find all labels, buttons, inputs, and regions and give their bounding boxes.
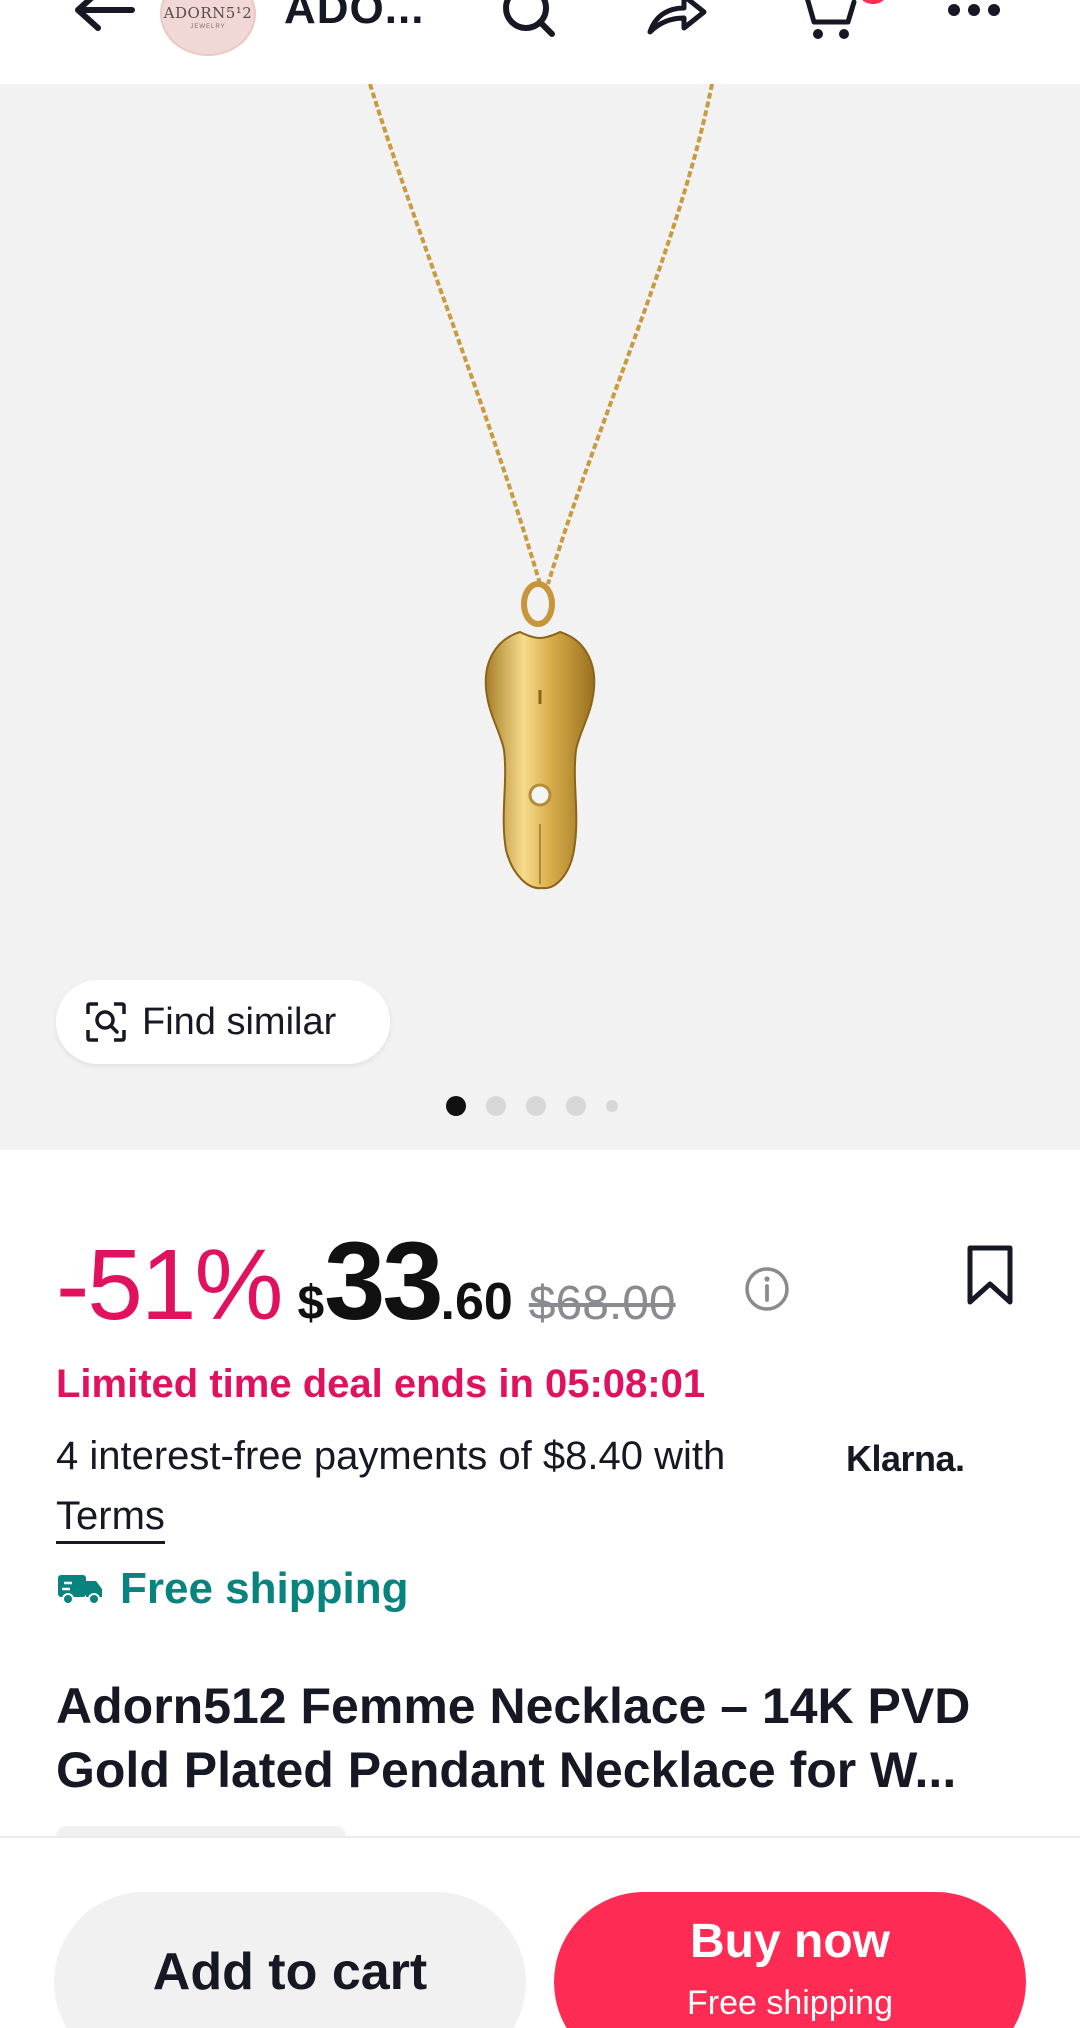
buy-now-button[interactable]: Buy now Free shipping	[554, 1892, 1026, 2028]
more-icon[interactable]	[940, 0, 1010, 44]
carousel-dot	[526, 1096, 546, 1116]
store-avatar[interactable]: ADORN5¹2 JEWELRY	[160, 0, 256, 56]
limited-deal-countdown: Limited time deal ends in 05:08:01	[56, 1362, 706, 1406]
search-icon[interactable]	[494, 0, 564, 44]
add-to-cart-button[interactable]: Add to cart	[54, 1892, 526, 2028]
back-arrow-icon[interactable]	[70, 0, 140, 40]
price-currency: $	[297, 1277, 325, 1330]
find-similar-icon	[86, 1002, 126, 1042]
product-image-carousel[interactable]: Find similar	[0, 84, 1080, 1150]
product-title-line: Adorn512 Femme Necklace – 14K PVD	[56, 1678, 971, 1734]
price-row: -51% $ 33 .60 $68.00	[56, 1218, 692, 1343]
original-price: $68.00	[528, 1277, 676, 1330]
carousel-dot	[606, 1100, 618, 1112]
price-whole: 33	[324, 1220, 443, 1343]
truck-icon	[58, 1575, 102, 1605]
bottom-action-bar: Add to cart Buy now Free shipping	[0, 1836, 1080, 2028]
store-logo-subtext: JEWELRY	[190, 24, 226, 30]
carousel-dot	[486, 1096, 506, 1116]
product-title: Adorn512 Femme Necklace – 14K PVD Gold P…	[56, 1674, 1046, 1802]
carousel-dot	[566, 1096, 586, 1116]
store-name[interactable]: ADO...	[284, 0, 424, 34]
free-shipping-row: Free shipping	[56, 1564, 408, 1614]
discount-percent: -51%	[56, 1229, 283, 1341]
cart-count-badge	[858, 0, 888, 4]
free-shipping-label: Free shipping	[120, 1564, 409, 1613]
installment-text: 4 interest-free payments of $8.40 with	[56, 1434, 726, 1478]
cart-icon[interactable]	[792, 0, 862, 44]
add-to-cart-label: Add to cart	[152, 1943, 428, 2001]
info-icon[interactable]	[744, 1266, 790, 1312]
price-cents: .60	[440, 1273, 513, 1331]
share-icon[interactable]	[642, 0, 712, 44]
find-similar-button[interactable]: Find similar	[56, 980, 390, 1064]
carousel-indicator	[446, 1094, 638, 1118]
carousel-dot	[446, 1096, 466, 1116]
klarna-logo: Klarna.	[846, 1438, 965, 1479]
find-similar-label: Find similar	[142, 1000, 337, 1043]
buy-now-label: Buy now	[690, 1915, 890, 1968]
terms-link[interactable]: Terms	[56, 1494, 165, 1544]
product-title-line: Gold Plated Pendant Necklace for W...	[56, 1742, 957, 1798]
store-logo-text: ADORN5¹2	[163, 4, 253, 22]
top-navigation-bar: ADORN5¹2 JEWELRY ADO...	[0, 0, 1080, 84]
bookmark-icon[interactable]	[964, 1244, 1016, 1306]
buy-now-sublabel: Free shipping	[686, 1984, 893, 2022]
installment-info: 4 interest-free payments of $8.40 with K…	[56, 1434, 1056, 1484]
